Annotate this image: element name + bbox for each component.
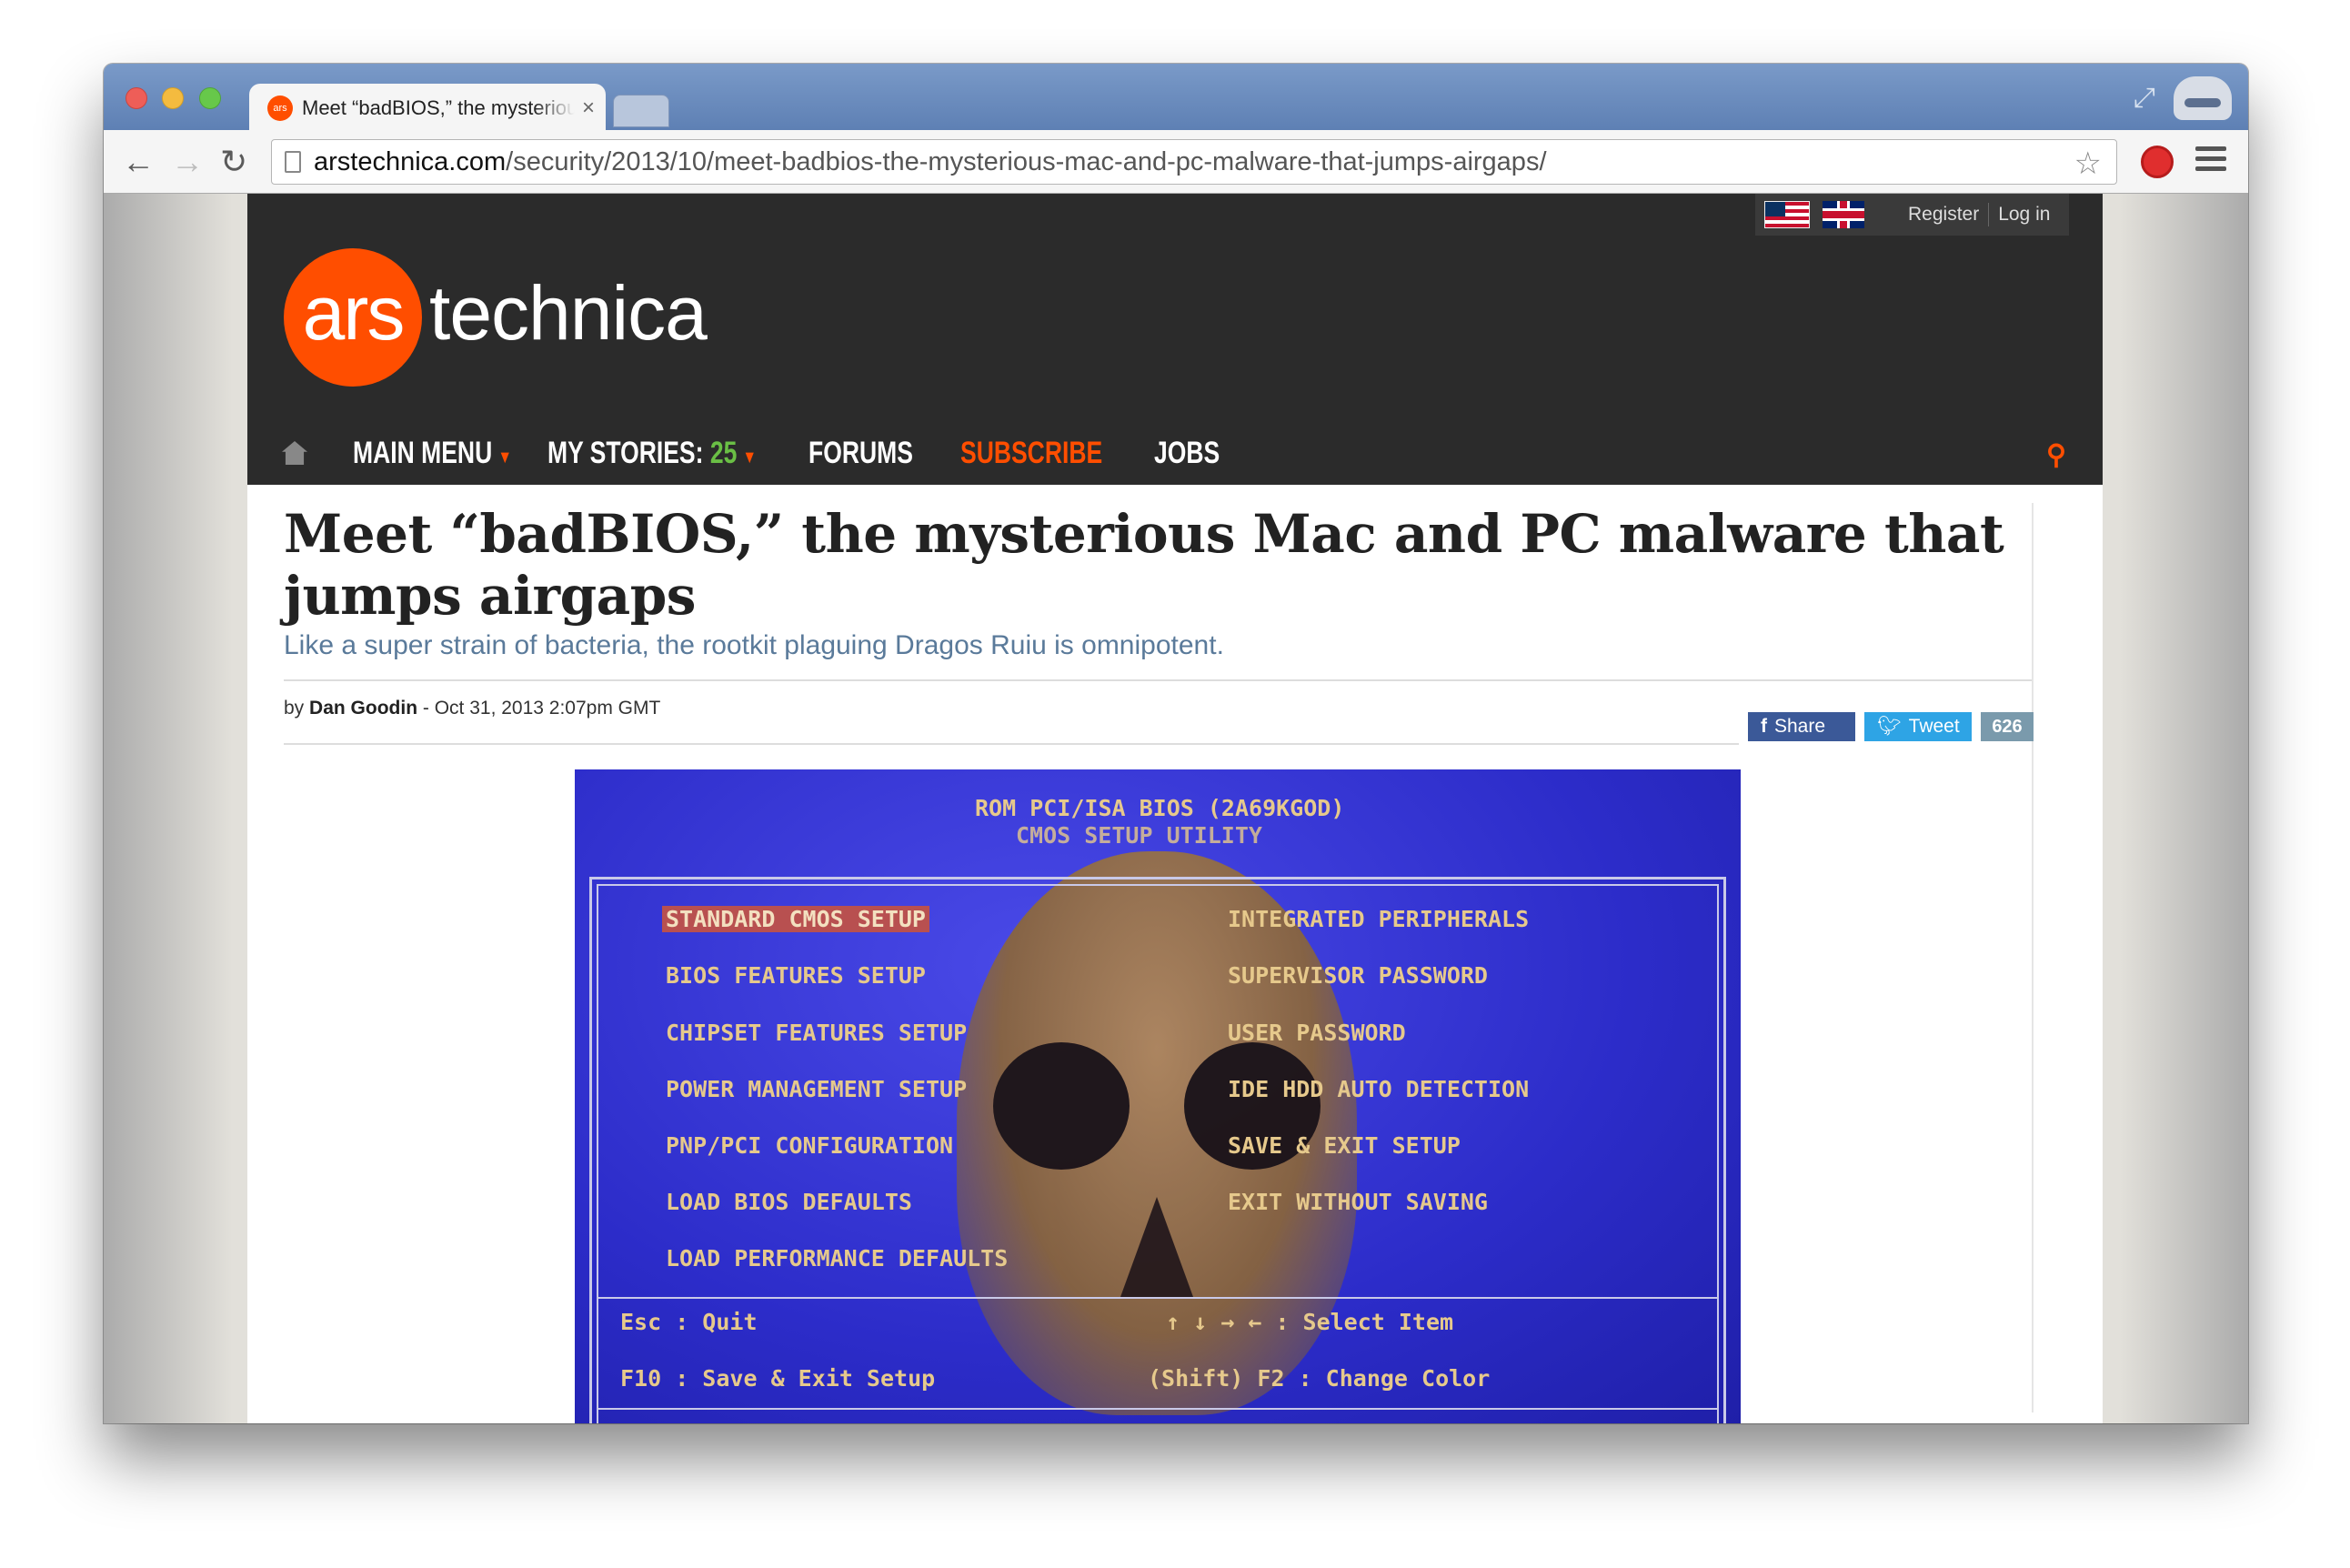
nav-subscribe[interactable]: SUBSCRIBE bbox=[960, 436, 1102, 471]
minimize-window-button[interactable] bbox=[162, 87, 184, 109]
share-row: f Share 🐦︎ Tweet 626 bbox=[1748, 712, 2034, 741]
divider bbox=[284, 743, 1739, 745]
new-tab-button[interactable] bbox=[613, 95, 669, 127]
extension-icon[interactable] bbox=[2141, 146, 2174, 178]
article: Meet “badBIOS,” the mysterious Mac and P… bbox=[284, 485, 2034, 745]
nav-main-menu-label: MAIN MENU bbox=[353, 435, 493, 470]
article-headline: Meet “badBIOS,” the mysterious Mac and P… bbox=[284, 503, 2004, 627]
bios-right-item: EXIT WITHOUT SAVING bbox=[1228, 1189, 1488, 1215]
bios-divider bbox=[597, 1408, 1719, 1410]
utility-bar: Register Log in bbox=[1755, 194, 2069, 236]
bios-left-item: LOAD PERFORMANCE DEFAULTS bbox=[666, 1245, 1009, 1271]
bios-left-item: STANDARD CMOS SETUP bbox=[662, 906, 929, 932]
bios-footer-right: ↑ ↓ → ← : Select Item bbox=[1166, 1309, 1454, 1335]
tab-close-icon[interactable]: × bbox=[582, 95, 595, 121]
author-link[interactable]: Dan Goodin bbox=[309, 698, 417, 719]
divider bbox=[284, 679, 2032, 681]
masthead: Register Log in ars technica MAIN MENU ▼ … bbox=[247, 194, 2103, 485]
nav-my-stories-label: MY STORIES: bbox=[547, 435, 704, 470]
byline-prefix: by bbox=[284, 698, 305, 719]
login-link[interactable]: Log in bbox=[1989, 204, 2059, 226]
bios-left-item: BIOS FEATURES SETUP bbox=[666, 962, 926, 989]
star-icon[interactable]: ☆ bbox=[2074, 146, 2102, 182]
page-viewport: Register Log in ars technica MAIN MENU ▼ … bbox=[104, 194, 2248, 1423]
nav-my-stories[interactable]: MY STORIES: 25 ▼ bbox=[547, 436, 757, 471]
nav-main-menu[interactable]: MAIN MENU ▼ bbox=[353, 436, 512, 471]
bios-footer-left: F10 : Save & Exit Setup bbox=[620, 1365, 936, 1392]
us-flag-icon[interactable] bbox=[1764, 201, 1810, 228]
main-nav: MAIN MENU ▼ MY STORIES: 25 ▼ FORUMS SUBSCR… bbox=[247, 421, 2103, 485]
url-domain: arstechnica.com bbox=[314, 146, 507, 176]
article-subhead: Like a super strain of bacteria, the roo… bbox=[284, 630, 1224, 660]
logo-circle: ars bbox=[284, 248, 422, 387]
tweet-label: Tweet bbox=[1908, 716, 1960, 737]
bios-highlight: STANDARD CMOS SETUP bbox=[662, 906, 929, 932]
caret-down-icon: ▼ bbox=[742, 447, 758, 467]
url-path: /security/2013/10/meet-badbios-the-myste… bbox=[506, 146, 1547, 176]
share-count: 626 bbox=[1981, 712, 2034, 741]
site-logo[interactable]: ars technica bbox=[284, 248, 708, 387]
search-icon[interactable]: ⚲ bbox=[2046, 439, 2066, 471]
caret-down-icon: ▼ bbox=[497, 447, 512, 467]
menu-icon[interactable] bbox=[2195, 146, 2226, 176]
bios-left-item: POWER MANAGEMENT SETUP bbox=[666, 1076, 968, 1102]
reload-icon[interactable]: ↻ bbox=[220, 143, 247, 181]
bios-right-item: SAVE & EXIT SETUP bbox=[1228, 1132, 1461, 1159]
tab-title: Meet “badBIOS,” the mysterious Mac and P… bbox=[302, 96, 575, 119]
share-label: Share bbox=[1774, 716, 1826, 737]
twitter-icon: 🐦︎ bbox=[1877, 716, 1902, 737]
incognito-icon bbox=[2174, 76, 2232, 120]
bios-divider bbox=[597, 1297, 1719, 1299]
browser-toolbar: ← → ↻ arstechnica.com/security/2013/10/m… bbox=[104, 130, 2248, 194]
bios-left-item: LOAD BIOS DEFAULTS bbox=[666, 1189, 912, 1215]
page-icon bbox=[285, 151, 301, 173]
bios-title: ROM PCI/ISA BIOS (2A69KGOD) bbox=[975, 795, 1345, 821]
stories-count: 25 bbox=[710, 435, 738, 470]
favicon-icon: ars bbox=[267, 95, 293, 121]
nav-forums[interactable]: FORUMS bbox=[808, 436, 913, 471]
browser-tab[interactable]: ars Meet “badBIOS,” the mysterious Mac a… bbox=[249, 84, 606, 133]
bios-subtitle: CMOS SETUP UTILITY bbox=[1016, 822, 1262, 849]
back-icon[interactable]: ← bbox=[122, 143, 155, 181]
facebook-share-button[interactable]: f Share bbox=[1748, 712, 1855, 741]
forward-icon[interactable]: → bbox=[171, 143, 204, 181]
uk-flag-icon[interactable] bbox=[1823, 201, 1864, 228]
bios-right-item: IDE HDD AUTO DETECTION bbox=[1228, 1076, 1530, 1102]
home-icon[interactable] bbox=[282, 441, 307, 465]
facebook-icon: f bbox=[1761, 716, 1767, 737]
bios-right-item: SUPERVISOR PASSWORD bbox=[1228, 962, 1488, 989]
publish-date: - Oct 31, 2013 2:07pm GMT bbox=[422, 698, 661, 719]
bios-left-item: CHIPSET FEATURES SETUP bbox=[666, 1020, 968, 1046]
hero-image: ROM PCI/ISA BIOS (2A69KGOD) CMOS SETUP U… bbox=[575, 769, 1741, 1423]
bios-right-item: USER PASSWORD bbox=[1228, 1020, 1406, 1046]
bios-footer-left: Esc : Quit bbox=[620, 1309, 758, 1335]
tweet-button[interactable]: 🐦︎ Tweet bbox=[1864, 712, 1972, 741]
nav-jobs[interactable]: JOBS bbox=[1154, 436, 1220, 471]
zoom-window-button[interactable] bbox=[199, 87, 221, 109]
register-link[interactable]: Register bbox=[1899, 204, 1988, 226]
address-bar[interactable]: arstechnica.com/security/2013/10/meet-ba… bbox=[271, 139, 2117, 185]
bios-left-item: PNP/PCI CONFIGURATION bbox=[666, 1132, 954, 1159]
bios-footer-right: (Shift) F2 : Change Color bbox=[1148, 1365, 1491, 1392]
logo-text: technica bbox=[429, 269, 708, 356]
close-window-button[interactable] bbox=[126, 87, 147, 109]
bios-right-item: INTEGRATED PERIPHERALS bbox=[1228, 906, 1530, 932]
title-bar: ars Meet “badBIOS,” the mysterious Mac a… bbox=[104, 64, 2248, 133]
site-container: Register Log in ars technica MAIN MENU ▼ … bbox=[247, 194, 2103, 1423]
browser-window: ars Meet “badBIOS,” the mysterious Mac a… bbox=[104, 64, 2248, 1423]
fullscreen-icon[interactable]: ⤢ bbox=[2134, 83, 2155, 114]
